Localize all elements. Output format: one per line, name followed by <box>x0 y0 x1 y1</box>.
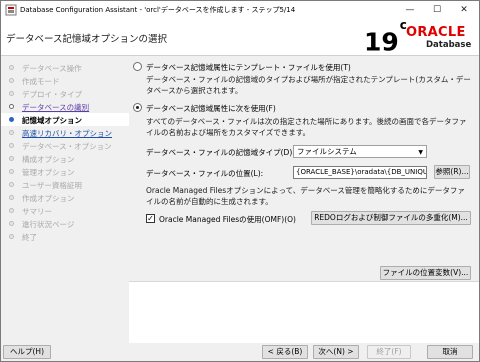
maximize-button[interactable]: ☐ <box>424 1 450 19</box>
page-header: データベース記憶域オプションの選択 19c ORACLE Database <box>1 18 479 57</box>
step-dot-icon <box>9 195 14 200</box>
brand-version: 19c <box>364 18 407 57</box>
storage-type-value: ファイルシステム <box>297 147 357 156</box>
omf-checkbox-label[interactable]: Oracle Managed Filesの使用(OMF)(O) <box>159 214 296 225</box>
next-button[interactable]: 次へ(N) > <box>313 345 359 359</box>
step-label: 管理オプション <box>22 168 75 177</box>
step-dot-icon <box>9 78 14 83</box>
step-label: 記憶域オプション <box>22 116 82 125</box>
step-storage-option: 記憶域オプション <box>1 113 129 126</box>
step-label: デプロイ・タイプ <box>22 90 82 99</box>
step-label: 作成モード <box>22 77 60 86</box>
step-management-option: 管理オプション <box>1 165 129 178</box>
multiplex-redo-button[interactable]: REDOログおよび制御ファイルの多重化(M)... <box>311 211 471 225</box>
step-label: データベース操作 <box>22 64 82 73</box>
step-label: 進行状況ページ <box>22 220 75 229</box>
step-dot-icon <box>9 65 14 70</box>
footer-bar: ヘルプ(H) < 戻る(B) 次へ(N) > 終了(F) 取消 <box>1 343 479 361</box>
step-fast-recovery-option[interactable]: 高速リカバリ・オプション <box>1 126 129 139</box>
step-dot-icon <box>9 221 14 226</box>
storage-options-panel: データベース記憶域属性にテンプレート・ファイルを使用(T) データベース・ファイ… <box>129 57 479 281</box>
step-progress-page: 進行状況ページ <box>1 217 129 230</box>
minimize-button[interactable]: — <box>397 1 423 19</box>
step-label: 終了 <box>22 233 37 242</box>
file-location-variables-button[interactable]: ファイルの位置変数(V)... <box>380 266 471 280</box>
custom-storage-description: すべてのデータベース・ファイルは次の指定された場所にあります。後続の画面で各デー… <box>146 117 467 137</box>
dbca-window: Database Configuration Assistant - 'orcl… <box>0 0 480 362</box>
omf-checkbox[interactable]: ✓ <box>146 214 155 223</box>
oracle-logo: ORACLE <box>406 25 466 40</box>
step-user-credentials: ユーザー資格証明 <box>1 178 129 191</box>
help-button[interactable]: ヘルプ(H) <box>3 345 51 359</box>
oracle-logo-subtitle: Database <box>426 40 472 50</box>
step-label: サマリー <box>22 207 52 216</box>
step-label: ユーザー資格証明 <box>22 181 82 190</box>
close-button[interactable]: ✕ <box>451 1 477 19</box>
storage-type-select[interactable]: ファイルシステム ▼ <box>293 145 427 158</box>
step-summary: サマリー <box>1 204 129 217</box>
step-dot-icon <box>9 208 14 213</box>
title-bar: Database Configuration Assistant - 'orcl… <box>1 1 479 19</box>
storage-type-label: データベース・ファイルの記憶域タイプ(D): <box>146 148 295 157</box>
file-location-label: データベース・ファイルの位置(L): <box>146 169 264 178</box>
page-title: データベース記憶域オプションの選択 <box>6 34 168 45</box>
template-storage-radio[interactable] <box>133 62 142 71</box>
window-title: Database Configuration Assistant - 'orcl… <box>20 6 296 14</box>
step-database-option: データベース・オプション <box>1 139 129 152</box>
step-label: 構成オプション <box>22 155 75 164</box>
omf-description: Oracle Managed Filesオプションによって、データベース管理を簡… <box>146 186 465 206</box>
step-current-dot-icon <box>9 117 14 122</box>
step-configuration-option: 構成オプション <box>1 152 129 165</box>
back-button[interactable]: < 戻る(B) <box>262 345 308 359</box>
steps-sidebar: データベース操作 作成モード デプロイ・タイプ データベースの識別 記憶域オプシ… <box>1 57 129 343</box>
template-storage-label[interactable]: データベース記憶域属性にテンプレート・ファイルを使用(T) <box>146 62 351 73</box>
step-finish: 終了 <box>1 230 129 243</box>
step-dot-icon <box>9 104 14 109</box>
step-dot-icon <box>9 156 14 161</box>
step-label[interactable]: 高速リカバリ・オプション <box>22 128 112 139</box>
step-database-operation: データベース操作 <box>1 61 129 74</box>
step-dot-icon <box>9 169 14 174</box>
app-icon <box>5 4 17 16</box>
step-creation-mode: 作成モード <box>1 74 129 87</box>
step-dot-icon <box>9 234 14 239</box>
custom-storage-radio[interactable] <box>133 103 142 112</box>
chevron-down-icon: ▼ <box>418 149 423 156</box>
step-label: データベース・オプション <box>22 142 112 151</box>
step-deploy-type: デプロイ・タイプ <box>1 87 129 100</box>
step-label[interactable]: データベースの識別 <box>22 102 89 113</box>
step-creation-option: 作成オプション <box>1 191 129 204</box>
step-dot-icon <box>9 130 14 135</box>
step-dot-icon <box>9 143 14 148</box>
custom-storage-label[interactable]: データベース記憶域属性に次を使用(F) <box>146 103 276 114</box>
brand-version-number: 19 <box>364 27 399 57</box>
step-dot-icon <box>9 182 14 187</box>
template-storage-description: データベース・ファイルの記憶域のタイプおよび場所が指定されたテンプレート(カスタ… <box>146 75 471 95</box>
file-location-input[interactable]: {ORACLE_BASE}\oradata\{DB_UNIQU <box>293 166 427 179</box>
step-dot-icon <box>9 91 14 96</box>
step-database-identification[interactable]: データベースの識別 <box>1 100 129 113</box>
step-label: 作成オプション <box>22 194 75 203</box>
browse-button[interactable]: 参照(R)... <box>434 165 470 179</box>
message-area <box>129 281 479 343</box>
cancel-button[interactable]: 取消 <box>427 345 473 359</box>
finish-button[interactable]: 終了(F) <box>367 345 411 359</box>
